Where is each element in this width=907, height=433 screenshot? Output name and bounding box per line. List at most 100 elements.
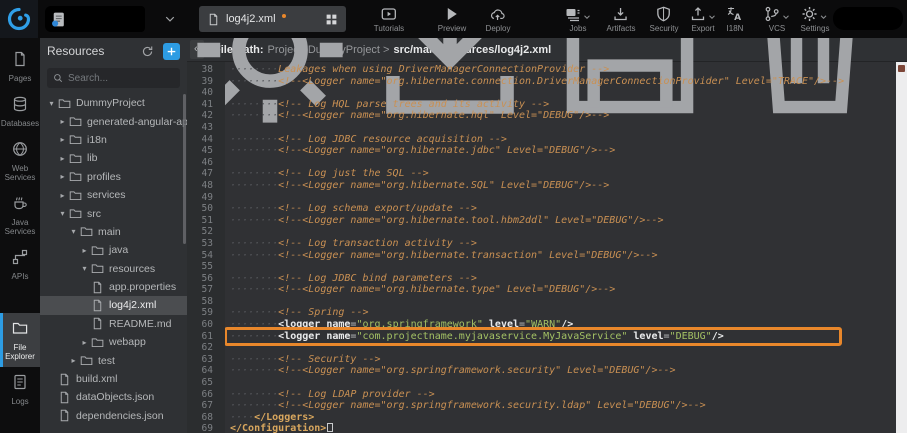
chevron-right-icon[interactable]: ▸	[79, 338, 90, 347]
toolbar-button-settings[interactable]: Settings	[801, 5, 830, 33]
code-line-69[interactable]: </Configuration>	[230, 423, 896, 433]
code-line-41[interactable]: ········<!-- Log HQL parse trees and its…	[230, 99, 896, 111]
code-line-46[interactable]	[230, 157, 896, 169]
sidebar-item-logs[interactable]: Logs	[0, 367, 40, 412]
chevron-right-icon[interactable]: ▸	[57, 191, 68, 200]
code-line-40[interactable]	[230, 87, 896, 99]
code-line-53[interactable]: ········<!-- Log transaction activity --…	[230, 238, 896, 250]
sidebar-item-databases[interactable]: Databases	[0, 89, 40, 134]
toolbar-button-security[interactable]: Security	[650, 5, 679, 33]
code-line-62[interactable]	[230, 342, 896, 354]
code-line-65[interactable]	[230, 377, 896, 389]
toolbar-button-export[interactable]: Export	[690, 5, 716, 33]
code-editor[interactable]: 3839404142434445464748495051525354555657…	[187, 62, 907, 433]
sidebar-item-label: Web Services	[0, 164, 40, 182]
chevron-down-icon[interactable]: ▾	[57, 209, 68, 218]
code-line-64[interactable]: ········<!--<Logger name="org.springfram…	[230, 365, 896, 377]
add-file-button[interactable]	[163, 43, 180, 60]
tree-search[interactable]	[47, 68, 180, 88]
folder-icon	[69, 115, 82, 128]
code-line-51[interactable]: ········<!--<Logger name="org.hibernate.…	[230, 215, 896, 227]
tree-item-readme-md[interactable]: README.md	[40, 315, 187, 333]
toolbar-button-vcs[interactable]: VCS	[764, 5, 790, 33]
code-line-57[interactable]: ········<!--<Logger name="org.hibernate.…	[230, 284, 896, 296]
refresh-icon[interactable]	[141, 45, 154, 58]
code-line-47[interactable]: ········<!-- Log just the SQL -->	[230, 168, 896, 180]
sidebar-item-web-services[interactable]: Web Services	[0, 134, 40, 188]
tree-item-generated-angular-app[interactable]: ▸generated-angular-app	[40, 112, 187, 130]
chevron-right-icon[interactable]: ▸	[57, 154, 68, 163]
code-line-61[interactable]: ········<logger name="com.projectname.my…	[230, 331, 896, 343]
tree-item-label: webapp	[109, 336, 146, 348]
chevron-right-icon[interactable]: ▸	[57, 117, 68, 126]
tree-item-main[interactable]: ▾main	[40, 223, 187, 241]
editor-tab-log4j2[interactable]: log4j2.xml	[199, 6, 346, 32]
tree-item-dependencies-json[interactable]: dependencies.json	[40, 407, 187, 425]
tree-scrollbar[interactable]	[183, 94, 186, 244]
search-input[interactable]	[68, 73, 174, 84]
project-selector[interactable]	[45, 6, 145, 32]
chevron-down-icon[interactable]: ▾	[68, 227, 79, 236]
code-line-55[interactable]	[230, 261, 896, 273]
sidebar-item-apis[interactable]: APIs	[0, 242, 40, 287]
code-line-59[interactable]: ········<!-- Spring -->	[230, 307, 896, 319]
code-line-48[interactable]: ········<!--<Logger name="org.hibernate.…	[230, 180, 896, 192]
sidebar-item-java-services[interactable]: Java Services	[0, 188, 40, 242]
app-logo[interactable]	[0, 0, 38, 38]
sidebar-item-item[interactable]	[0, 422, 40, 433]
tree-item-app-properties[interactable]: app.properties	[40, 278, 187, 296]
page-icon	[58, 373, 71, 386]
toolbar-button-deploy[interactable]: Deploy	[486, 5, 511, 33]
chevron-right-icon[interactable]: ▸	[57, 172, 68, 181]
tree-item-java[interactable]: ▸java	[40, 241, 187, 259]
sidebar-item-pages[interactable]: Pages	[0, 44, 40, 89]
tree-item-profiles[interactable]: ▸profiles	[40, 168, 187, 186]
chevron-down-icon[interactable]: ▾	[46, 99, 57, 108]
code-line-45[interactable]: ········<!--<Logger name="org.hibernate.…	[230, 145, 896, 157]
tree-item-lib[interactable]: ▸lib	[40, 149, 187, 167]
tree-item-log4j2-xml[interactable]: log4j2.xml	[40, 296, 187, 314]
tree-item-services[interactable]: ▸services	[40, 186, 187, 204]
tree-item-label: test	[98, 355, 115, 367]
code-area[interactable]: ········Leakages when using DriverManage…	[225, 62, 896, 433]
line-number: 64	[187, 365, 213, 377]
chevron-down-icon[interactable]: ▾	[79, 264, 90, 273]
code-line-42[interactable]: ········<!--<Logger name="org.hibernate.…	[230, 110, 896, 122]
grid-menu-icon[interactable]	[325, 13, 338, 26]
code-line-54[interactable]: ········<!--<Logger name="org.hibernate.…	[230, 250, 896, 262]
chevron-right-icon[interactable]: ▸	[68, 356, 79, 365]
toolbar-button-artifacts[interactable]: Artifacts	[607, 5, 636, 33]
toolbar-button-i18n[interactable]: AI18N	[727, 5, 744, 33]
tree-item-webapp[interactable]: ▸ webapp	[40, 333, 187, 351]
code-line-68[interactable]: ····</Loggers>	[230, 412, 896, 424]
code-line-67[interactable]: ········<!--<Logger name="org.springfram…	[230, 400, 896, 412]
tree-item-src[interactable]: ▾src	[40, 204, 187, 222]
chevron-right-icon[interactable]: ▸	[79, 246, 90, 255]
code-line-39[interactable]: ········<!--<Logger name="org.hibernate.…	[230, 76, 896, 88]
tree-item-dataobjects-json[interactable]: dataObjects.json	[40, 388, 187, 406]
code-line-43[interactable]	[230, 122, 896, 134]
scrollbar-error-marker	[898, 65, 905, 72]
code-line-60[interactable]: ········<logger name="org.springframewor…	[230, 319, 896, 331]
code-line-44[interactable]: ········<!-- Log JDBC resource acquisiti…	[230, 134, 896, 146]
sidebar-item-file-explorer[interactable]: File Explorer	[0, 313, 40, 367]
editor-scrollbar[interactable]	[896, 62, 907, 433]
tree-item-test[interactable]: ▸ test	[40, 351, 187, 369]
code-line-56[interactable]: ········<!-- Log JDBC bind parameters --…	[230, 273, 896, 285]
code-line-38[interactable]: ········Leakages when using DriverManage…	[230, 64, 896, 76]
tree-item-dummyproject[interactable]: ▾DummyProject	[40, 94, 187, 112]
toolbar-button-preview[interactable]: Preview	[438, 5, 466, 33]
toolbar-button-tutorials[interactable]: Tutorials	[374, 5, 404, 33]
toolbar-button-jobs[interactable]: Jobs	[565, 5, 591, 33]
code-line-66[interactable]: ········<!-- Log LDAP provider -->	[230, 389, 896, 401]
tree-item-i18n[interactable]: ▸i18n	[40, 131, 187, 149]
project-chevron-down-icon[interactable]	[163, 13, 177, 25]
code-line-49[interactable]	[230, 192, 896, 204]
tree-item-resources[interactable]: ▾resources	[40, 260, 187, 278]
tree-item-build-xml[interactable]: build.xml	[40, 370, 187, 388]
code-line-50[interactable]: ········<!-- Log schema export/update --…	[230, 203, 896, 215]
code-line-52[interactable]	[230, 226, 896, 238]
code-line-58[interactable]	[230, 296, 896, 308]
chevron-right-icon[interactable]: ▸	[57, 135, 68, 144]
code-line-63[interactable]: ········<!-- Security -->	[230, 354, 896, 366]
